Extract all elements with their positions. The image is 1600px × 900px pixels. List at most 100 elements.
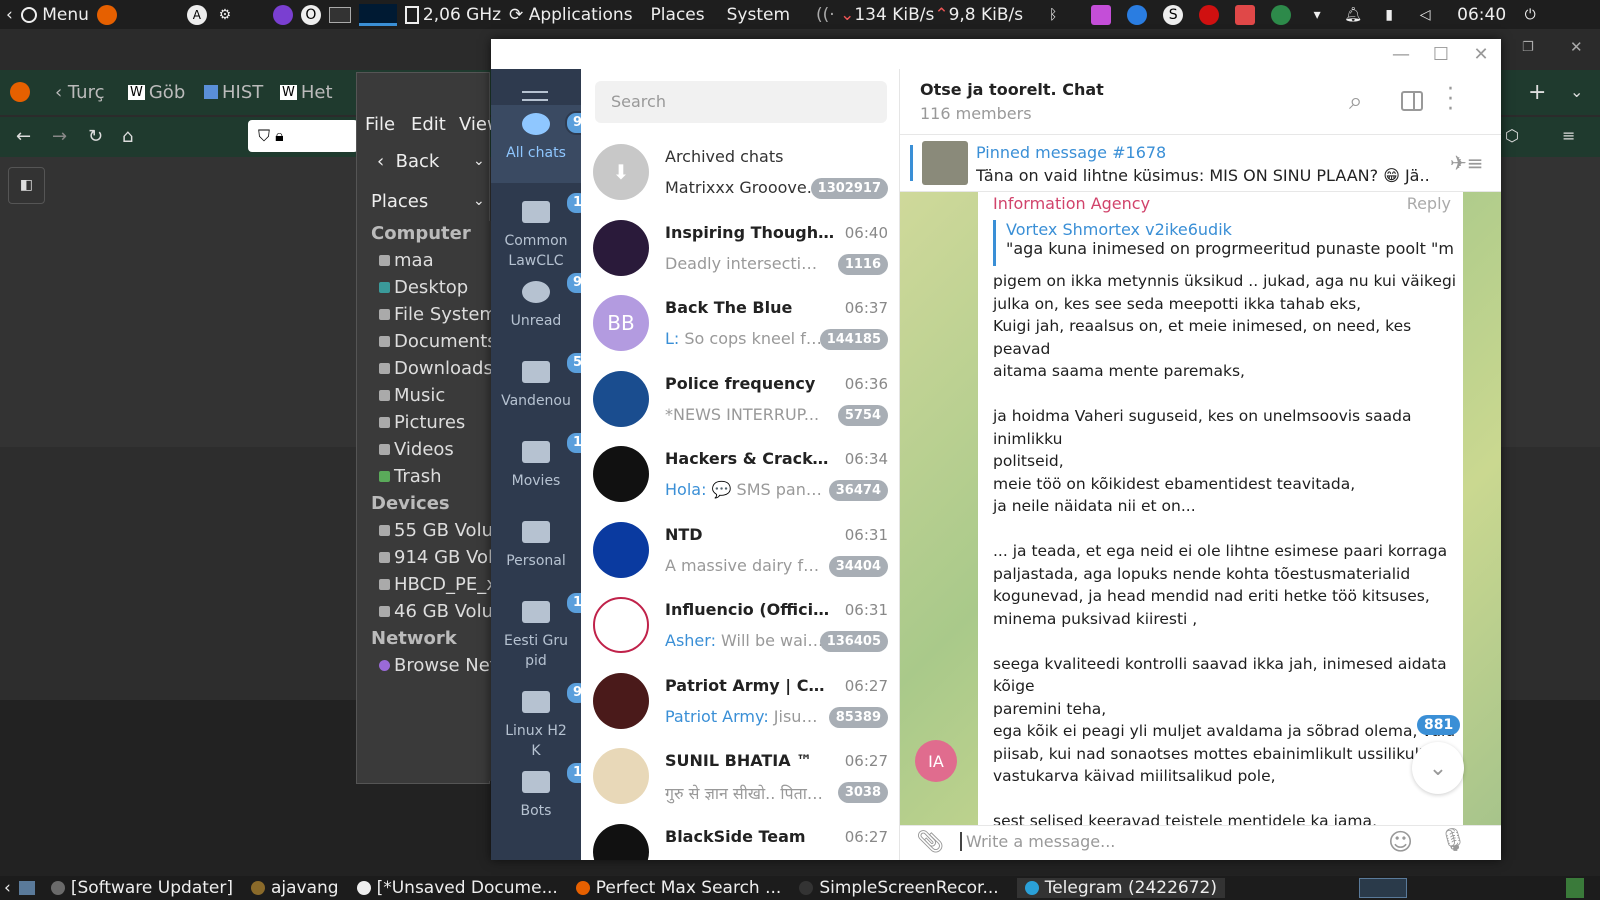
firefox-tab-2[interactable]: W Göb — [128, 75, 185, 109]
volume-icon[interactable]: ◁ — [1415, 5, 1435, 25]
place-maa[interactable]: maa — [379, 250, 434, 271]
firefox-tab-3[interactable]: HIST — [204, 75, 263, 109]
places-menu[interactable]: Places — [651, 5, 705, 25]
firefox-icon[interactable] — [96, 4, 117, 25]
attach-icon[interactable]: 📎︎ — [916, 830, 944, 855]
more-options-icon[interactable]: · · · — [1447, 79, 1454, 121]
bluetooth-icon[interactable]: ᛒ — [1043, 5, 1063, 25]
applications-menu[interactable]: ⟳ Applications — [509, 5, 633, 25]
place-trash[interactable]: Trash — [379, 466, 442, 487]
workspace-switcher[interactable] — [1359, 878, 1407, 898]
place-documents[interactable]: Documents — [379, 331, 497, 352]
background-close-icon[interactable]: ✕ — [1570, 38, 1583, 56]
chat-row[interactable]: Inspiring Thoughts 06:40 Deadly intersecti… — [581, 211, 899, 287]
wifi-tray-icon[interactable]: ▾ — [1307, 5, 1327, 25]
notifications-icon[interactable]: 🔔︎ — [1343, 5, 1363, 25]
battery-icon[interactable]: ▮ — [1379, 5, 1399, 25]
menu-button[interactable]: Menu — [20, 5, 89, 25]
firefox-tab-4[interactable]: W Het — [280, 75, 333, 109]
chat-row[interactable]: BB Back The Blue 06:37 L: So cops kneel for… — [581, 286, 899, 362]
taskbar-item[interactable]: Perfect Max Search ... — [575, 878, 781, 898]
folder-4[interactable]: 57 Vandenou — [491, 351, 581, 411]
minimize-icon[interactable]: — — [1381, 44, 1421, 65]
sidebar-toggle-icon[interactable]: ◧ — [8, 167, 45, 204]
place-videos[interactable]: Videos — [379, 439, 454, 460]
places-dropdown-icon[interactable]: ⌄ — [473, 193, 485, 209]
place-downloads[interactable]: Downloads — [379, 358, 493, 379]
places-dropdown[interactable]: Places — [371, 191, 428, 212]
folder-8[interactable]: 9 Linux H2K — [491, 681, 581, 761]
message-input[interactable]: Write a message... — [960, 832, 1360, 851]
terminal-icon[interactable] — [328, 6, 351, 23]
chat-row[interactable]: SUNIL BHATIA ™ 06:27 गुरु से ज्ञान सीखो.. … — [581, 739, 899, 815]
firefox-tab-1[interactable]: ‹ Turç — [55, 75, 105, 109]
panel-left-arrow[interactable]: ‹ — [6, 5, 13, 25]
background-restore-icon[interactable]: ❐ — [1522, 40, 1534, 55]
microphone-icon[interactable]: 🎙︎ — [1439, 828, 1467, 853]
chrome-icon[interactable] — [1127, 4, 1148, 25]
menu-file[interactable]: File — [365, 114, 395, 135]
screenshot-icon[interactable] — [1235, 4, 1256, 25]
folder-5[interactable]: 12 Movies — [491, 431, 581, 491]
chat-row[interactable]: NTD 06:31 A massive dairy far... 34404 — [581, 513, 899, 589]
chat-row[interactable]: Patriot Army | CH... 06:27 Patriot Army: J… — [581, 664, 899, 740]
back-dropdown-icon[interactable]: ⌄ — [473, 153, 485, 169]
pinned-list-icon[interactable]: ✈≡ — [1450, 151, 1484, 175]
tab-list-icon[interactable]: ⌄ — [1570, 82, 1583, 101]
reply-quote[interactable]: Vortex Shmortex v2ike6udik "aga kuna ini… — [993, 220, 1453, 266]
chat-row[interactable]: Police frequency 06:36 *NEWS INTERRUP... 57… — [581, 362, 899, 438]
folder-7[interactable]: 11 Eesti Grupid — [491, 591, 581, 671]
clock[interactable]: 06:40 — [1457, 5, 1506, 25]
pinned-bar[interactable]: Pinned message #1678 Täna on vaid lihtne… — [900, 135, 1501, 192]
sidebar-toggle-icon[interactable] — [1401, 91, 1423, 111]
system-menu[interactable]: System — [727, 5, 790, 25]
record-icon[interactable] — [1199, 4, 1220, 25]
settings-icon[interactable]: ⚙ — [215, 5, 235, 25]
browser-back-icon[interactable]: ← — [16, 126, 31, 147]
search-icon[interactable]: ⌕ — [1349, 87, 1362, 115]
taskbar-item[interactable]: ajavang — [250, 878, 339, 898]
menu-edit[interactable]: Edit — [411, 114, 446, 135]
search-input[interactable]: Search — [595, 81, 887, 123]
taskbar-item[interactable]: [*Unsaved Docume... — [356, 878, 558, 898]
folder-3[interactable]: 99+ Unread — [491, 271, 581, 331]
shield-icon[interactable] — [1271, 4, 1292, 25]
taskbar-item[interactable]: Telegram (2422672) — [1016, 878, 1225, 898]
taskbar-item[interactable]: SimpleScreenRecor... — [799, 878, 999, 898]
message-author[interactable]: Information Agency — [993, 194, 1150, 213]
trash-applet-icon[interactable] — [1566, 878, 1584, 898]
home-icon[interactable]: ⌂ — [122, 126, 133, 147]
close-icon[interactable]: ✕ — [1461, 44, 1501, 65]
scroll-down-button[interactable]: ⌄ — [1412, 742, 1464, 794]
taskbar-left-arrow[interactable]: ‹ — [4, 878, 11, 898]
place-desktop[interactable]: Desktop — [379, 277, 468, 298]
folder-6[interactable]: Personal — [491, 521, 581, 571]
chat-members[interactable]: 116 members — [920, 104, 1032, 123]
chat-row[interactable]: Influencio (Official) 06:31 Asher: Will be… — [581, 588, 899, 664]
firefox-view-icon[interactable] — [10, 82, 30, 102]
emoji-icon[interactable]: ☺ — [1388, 828, 1413, 856]
skype-icon[interactable]: S — [1163, 4, 1184, 25]
chat-row[interactable]: Hackers & Cracker... 06:34 Hola: 💬 SMS pan… — [581, 437, 899, 513]
extensions-icon[interactable]: ⬡ — [1505, 126, 1519, 145]
reply-button[interactable]: Reply — [1407, 194, 1451, 213]
hamburger-menu-icon[interactable]: ≡ — [1562, 126, 1575, 145]
place-file-system[interactable]: File System — [379, 304, 497, 325]
show-desktop-icon[interactable] — [18, 881, 35, 895]
accessibility-icon[interactable]: A — [186, 4, 207, 25]
author-avatar[interactable]: IA — [915, 740, 957, 782]
place-pictures[interactable]: Pictures — [379, 412, 465, 433]
folder-9[interactable]: 12 Bots — [491, 761, 581, 821]
chat-row[interactable]: ⬇ Archived chats Matrixxx Grooove... 130291… — [581, 135, 899, 211]
media-icon[interactable] — [1091, 4, 1112, 25]
power-icon[interactable]: ⏻ — [1520, 5, 1540, 25]
browser-forward-icon[interactable]: → — [52, 126, 67, 147]
place-music[interactable]: Music — [379, 385, 445, 406]
taskbar-item[interactable]: [Software Updater] — [50, 878, 233, 898]
maximize-icon[interactable]: ☐ — [1421, 44, 1461, 65]
tor-icon[interactable] — [272, 4, 293, 25]
reload-icon[interactable]: ↻ — [88, 126, 103, 147]
chat-row[interactable]: BlackSide Team 06:27 — [581, 815, 899, 860]
chat-title[interactable]: Otse ja toorelt. Chat — [920, 80, 1104, 99]
folder-2[interactable]: 1 CommonLawCLC — [491, 191, 581, 271]
